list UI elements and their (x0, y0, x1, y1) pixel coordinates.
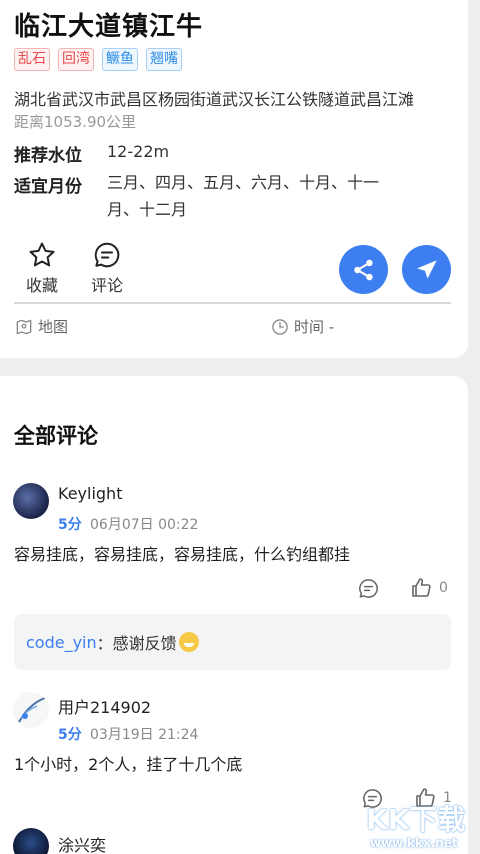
time-label: 时间 - (294, 318, 335, 336)
comment-icon (94, 242, 120, 268)
star-icon (29, 242, 55, 267)
comment-score: 5分 (58, 517, 82, 533)
water-level-label: 推荐水位 (14, 146, 82, 166)
months-label: 适宜月份 (14, 177, 82, 197)
months-line: 三月、四月、五月、六月、十月、十一 (107, 173, 380, 192)
spot-address: 湖北省武汉市武昌区杨园街道武汉长江公铁隧道武昌江滩 (14, 90, 415, 109)
comments-title: 全部评论 (14, 424, 98, 448)
navigate-icon (416, 259, 437, 279)
water-level-value: 12-22m (107, 142, 170, 161)
map-link[interactable]: 地图 (14, 316, 68, 337)
comment-label: 评论 (91, 276, 124, 295)
comment-score: 5分 (58, 727, 82, 743)
map-label: 地图 (38, 318, 69, 336)
like-button[interactable]: 0 (409, 576, 448, 600)
spot-distance: 距离1053.90公里 (14, 113, 137, 131)
comment-username[interactable]: 涂兴奕 (58, 832, 106, 854)
share-button[interactable] (339, 245, 388, 294)
tag: 乱石 (14, 48, 50, 71)
grin-emoji-icon (178, 632, 199, 652)
thumbs-up-icon (412, 578, 431, 597)
tag: 回湾 (58, 48, 94, 71)
map-icon (16, 319, 32, 334)
spot-tags: 乱石 回湾 鳜鱼 翘嘴 (14, 48, 182, 71)
watermark-brand: KK下载 (366, 803, 466, 836)
comment-icon (359, 579, 378, 598)
avatar[interactable] (13, 483, 49, 519)
comment-date: 06月07日 00:22 (90, 517, 199, 533)
favorite-label: 收藏 (26, 276, 59, 295)
reply-username[interactable]: code_yin (26, 633, 97, 652)
like-count: 0 (439, 580, 448, 596)
favorite-button[interactable]: 收藏 (26, 240, 58, 296)
watermark-logo: KK下载 www.kkx.net (364, 798, 480, 854)
fishing-avatar-icon (18, 697, 46, 723)
avatar[interactable] (13, 692, 49, 728)
time-info: 时间 - (270, 316, 334, 337)
comment-text: 容易挂底，容易挂底，容易挂底，什么钓组都挂 (14, 545, 351, 564)
comment-button[interactable]: 评论 (91, 240, 123, 296)
comment-date: 03月19日 21:24 (90, 727, 199, 743)
comment-username[interactable]: 用户214902 (58, 694, 151, 718)
tag: 鳜鱼 (102, 48, 138, 71)
reply-text: 感谢反馈 (112, 634, 177, 653)
comment-text: 1个小时，2个人，挂了十几个底 (14, 755, 243, 774)
reply-colon: ： (96, 634, 113, 653)
navigate-button[interactable] (402, 245, 451, 294)
clock-icon (272, 318, 288, 335)
divider (14, 302, 451, 304)
reply-button[interactable] (357, 577, 380, 600)
months-value: 三月、四月、五月、六月、十月、十一 月、十二月 (107, 169, 379, 223)
tag: 翘嘴 (146, 48, 182, 71)
spot-title: 临江大道镇江牛 (14, 12, 204, 42)
months-line: 月、十二月 (107, 200, 188, 219)
share-icon (353, 259, 373, 280)
comment-username[interactable]: Keylight (58, 484, 122, 503)
watermark-url: www.kkx.net (370, 836, 458, 850)
reply-box: code_yin：感谢反馈 (14, 614, 451, 670)
